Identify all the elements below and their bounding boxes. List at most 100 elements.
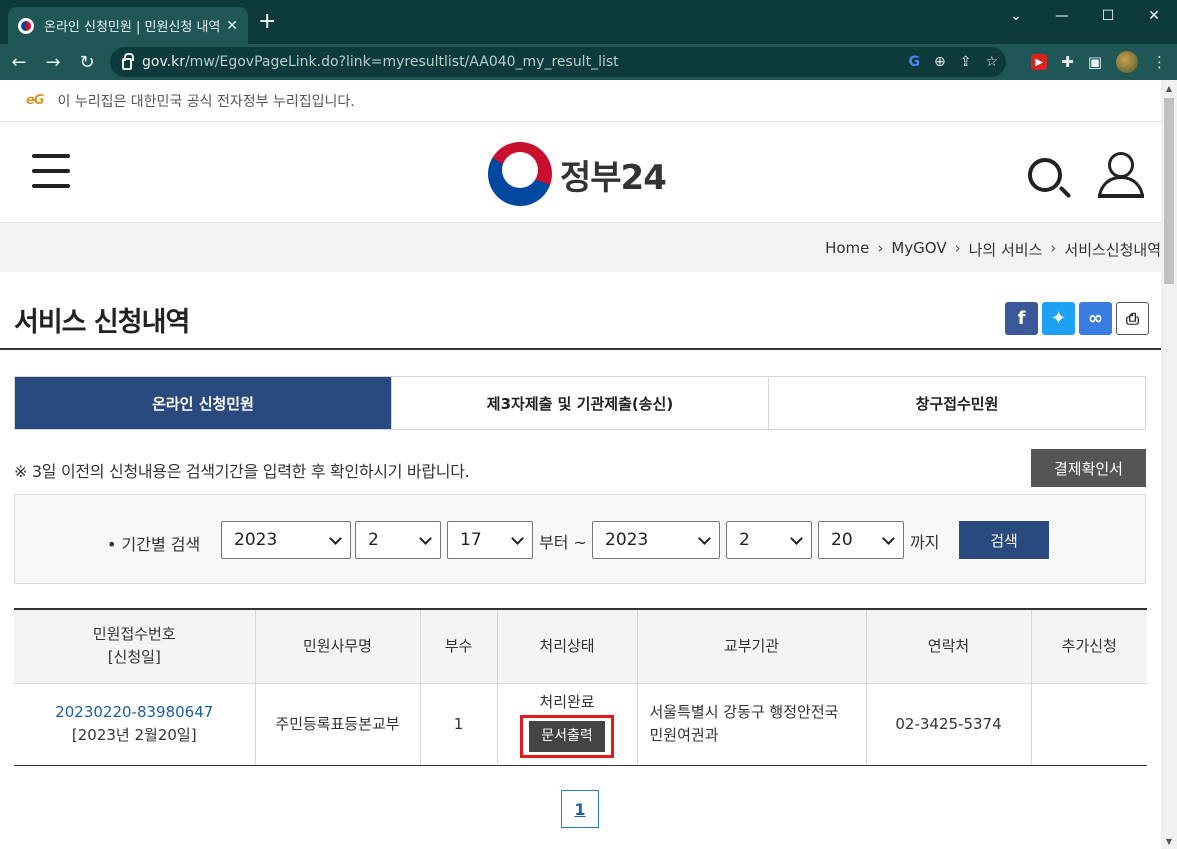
breadcrumb-bar: Home › MyGOV › 나의 서비스 › 서비스신청내역 <box>0 222 1161 272</box>
service-name: 주민등록표등본교부 <box>255 683 420 765</box>
application-date: [2023년 2월20일] <box>72 726 197 744</box>
scroll-down-icon[interactable]: ▼ <box>1161 833 1177 849</box>
date-filter: • 기간별 검색 2023 2 17 부터 ~ 2023 2 20 까지 검색 <box>14 494 1146 584</box>
notice-text: ※ 3일 이전의 신청내용은 검색기간을 입력한 후 확인하시기 바랍니다. <box>14 458 469 482</box>
service-tabs: 온라인 신청민원 제3자제출 및 기관제출(송신) 창구접수민원 <box>14 376 1146 430</box>
user-icon[interactable] <box>1096 152 1148 198</box>
forward-icon[interactable]: → <box>38 47 68 77</box>
receipt-cell: 20230220-83980647 [2023년 2월20일] <box>14 683 255 765</box>
window-controls: ⌄ — ☐ ✕ <box>993 0 1177 32</box>
address-bar[interactable]: gov.kr/mw/EgovPageLink.do?link=myresultl… <box>110 47 1006 77</box>
extra-request <box>1031 683 1147 765</box>
agency-line2: 민원여권과 <box>650 726 719 744</box>
scroll-thumb[interactable] <box>1164 98 1174 284</box>
profile-avatar[interactable] <box>1116 51 1138 73</box>
to-month-select[interactable]: 2 <box>726 521 812 559</box>
status-cell: 처리완료 문서출력 <box>497 683 637 765</box>
breadcrumb-my-service[interactable]: 나의 서비스 <box>969 239 1043 260</box>
puzzle-icon[interactable]: ✚ <box>1061 53 1074 71</box>
close-icon[interactable]: ✕ <box>226 18 238 34</box>
from-year-select[interactable]: 2023 <box>221 521 351 559</box>
receipt-number-link[interactable]: 20230220-83980647 <box>55 703 213 721</box>
share-icon[interactable]: ⇪ <box>960 54 972 70</box>
zoom-icon[interactable]: ⊕ <box>934 54 946 70</box>
logo-text: 정부24 <box>560 150 666 199</box>
search-icon[interactable] <box>1028 158 1062 192</box>
agency-cell: 서울특별시 강동구 행정안전국 민원여권과 <box>637 683 866 765</box>
link-icon[interactable]: ∞ <box>1079 302 1112 335</box>
breadcrumb-home[interactable]: Home <box>825 239 869 260</box>
tab-counter-applications[interactable]: 창구접수민원 <box>769 377 1145 429</box>
scroll-up-icon[interactable]: ▲ <box>1161 80 1177 96</box>
star-icon[interactable]: ☆ <box>985 54 998 70</box>
breadcrumb-mygov[interactable]: MyGOV <box>891 239 946 260</box>
print-document-button[interactable]: 문서출력 <box>529 721 605 752</box>
new-tab-icon[interactable]: + <box>258 12 276 32</box>
scrollbar[interactable]: ▲ ▼ <box>1161 80 1177 849</box>
reload-icon[interactable]: ↻ <box>72 47 102 77</box>
col-status: 처리상태 <box>497 609 637 683</box>
chevron-right-icon: › <box>955 239 961 260</box>
tab-third-party-submission[interactable]: 제3자제출 및 기관제출(송신) <box>392 377 769 429</box>
lock-icon <box>122 58 132 70</box>
results-table: 민원접수번호[신청일] 민원사무명 부수 처리상태 교부기관 연락처 추가신청 … <box>14 608 1147 766</box>
contact: 02-3425-5374 <box>866 683 1031 765</box>
eg-logo: eG <box>26 93 44 108</box>
col-service: 민원사무명 <box>255 609 420 683</box>
table-header-row: 민원접수번호[신청일] 민원사무명 부수 처리상태 교부기관 연락처 추가신청 <box>14 609 1147 683</box>
from-month-select[interactable]: 2 <box>355 521 441 559</box>
share-buttons: f ✦ ∞ ⎙ <box>1005 302 1149 335</box>
print-highlight: 문서출력 <box>520 715 614 758</box>
tab-title: 온라인 신청민원 | 민원신청 내역 <box>44 16 220 35</box>
col-extra: 추가신청 <box>1031 609 1147 683</box>
chevron-down-icon[interactable]: ⌄ <box>993 0 1039 32</box>
search-button[interactable]: 검색 <box>959 521 1049 559</box>
table-row: 20230220-83980647 [2023년 2월20일] 주민등록표등본교… <box>14 683 1147 765</box>
window-close-icon[interactable]: ✕ <box>1131 0 1177 32</box>
col-contact: 연락처 <box>866 609 1031 683</box>
taegeuk-logo-icon <box>488 142 552 206</box>
google-icon[interactable]: G <box>908 54 920 70</box>
hamburger-menu-icon[interactable] <box>32 154 70 188</box>
tab-online-applications[interactable]: 온라인 신청민원 <box>15 377 392 429</box>
page-title: 서비스 신청내역 <box>14 300 189 339</box>
payment-receipt-button[interactable]: 결제확인서 <box>1031 449 1146 487</box>
twitter-icon[interactable]: ✦ <box>1042 302 1075 335</box>
browser-tab-bar: 온라인 신청민원 | 민원신청 내역 ✕ + ⌄ — ☐ ✕ <box>0 0 1177 44</box>
facebook-icon[interactable]: f <box>1005 302 1038 335</box>
extension-icon[interactable]: ▶ <box>1031 54 1047 70</box>
back-icon[interactable]: ← <box>4 47 34 77</box>
gov-favicon-icon <box>18 18 34 34</box>
col-receipt-no: 민원접수번호[신청일] <box>14 609 255 683</box>
to-day-select[interactable]: 20 <box>818 521 904 559</box>
gov-banner: eG 이 누리집은 대한민국 공식 전자정부 누리집입니다. <box>0 80 1161 122</box>
divider <box>0 348 1161 350</box>
chevron-right-icon: › <box>1050 239 1056 260</box>
print-icon[interactable]: ⎙ <box>1116 302 1149 335</box>
status-text: 처리완료 <box>539 693 594 711</box>
chevron-right-icon: › <box>877 239 883 260</box>
browser-tab[interactable]: 온라인 신청민원 | 민원신청 내역 ✕ <box>8 7 248 44</box>
breadcrumb: Home › MyGOV › 나의 서비스 › 서비스신청내역 <box>825 239 1161 260</box>
site-logo[interactable]: 정부24 <box>488 142 666 206</box>
browser-toolbar: ← → ↻ gov.kr/mw/EgovPageLink.do?link=myr… <box>0 44 1177 80</box>
page-content: eG 이 누리집은 대한민국 공식 전자정부 누리집입니다. 정부24 Home… <box>0 80 1161 849</box>
to-year-select[interactable]: 2023 <box>592 521 720 559</box>
filter-label: • 기간별 검색 <box>107 531 200 555</box>
menu-icon[interactable]: ⋮ <box>1152 53 1167 71</box>
url-path: /mw/EgovPageLink.do?link=myresultlist/AA… <box>185 54 619 70</box>
col-agency: 교부기관 <box>637 609 866 683</box>
breadcrumb-current[interactable]: 서비스신청내역 <box>1064 239 1161 260</box>
col-copies: 부수 <box>420 609 497 683</box>
from-text: 부터 ~ <box>539 529 587 553</box>
copies: 1 <box>420 683 497 765</box>
url-host: gov.kr <box>142 54 185 70</box>
from-day-select[interactable]: 17 <box>447 521 533 559</box>
sidebar-icon[interactable]: ▣ <box>1088 53 1102 71</box>
site-header: 정부24 <box>0 122 1161 222</box>
gov-banner-text[interactable]: 이 누리집은 대한민국 공식 전자정부 누리집입니다. <box>58 91 355 111</box>
page-1-button[interactable]: 1 <box>561 790 599 828</box>
maximize-icon[interactable]: ☐ <box>1085 0 1131 32</box>
minimize-icon[interactable]: — <box>1039 0 1085 32</box>
to-text: 까지 <box>910 529 939 553</box>
